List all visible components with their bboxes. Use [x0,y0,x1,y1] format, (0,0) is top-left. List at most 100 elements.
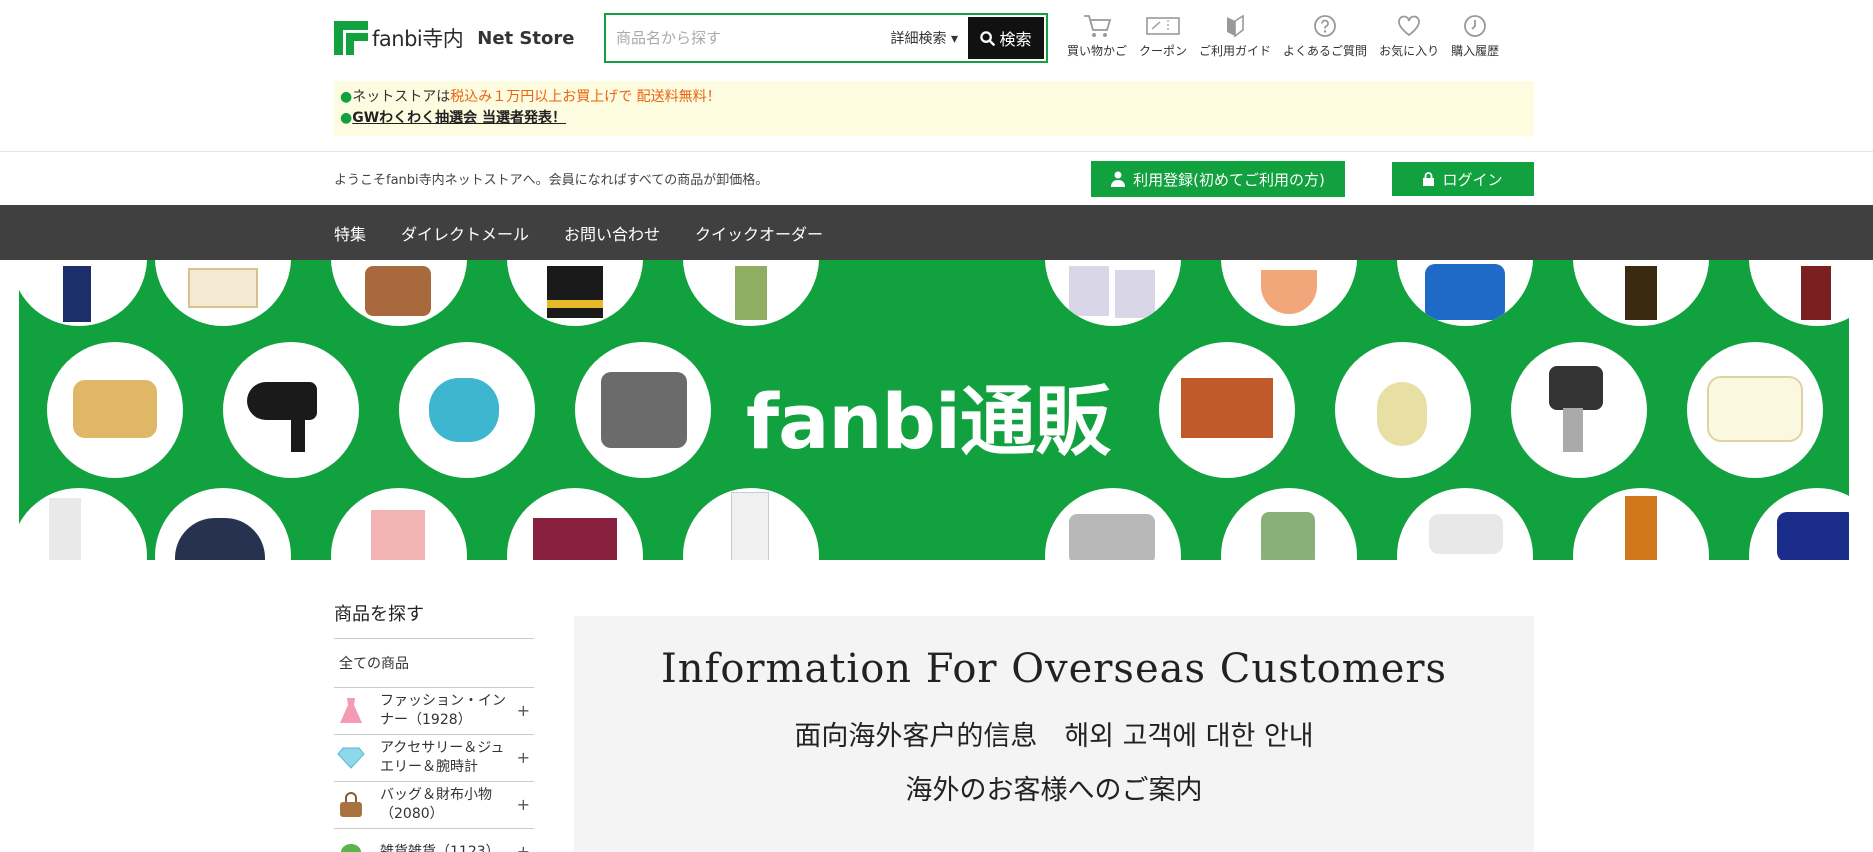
info-title-english: Information For Overseas Customers [660,646,1448,692]
lock-icon [1423,172,1435,186]
clock-icon [1464,15,1486,37]
bag-icon [340,792,362,817]
header-nav-label: ご利用ガイド [1199,44,1272,58]
product-image [155,260,291,326]
product-image [155,488,291,560]
product-image [683,488,819,560]
search-button[interactable]: 検索 [968,17,1044,59]
sidebar-item-all[interactable]: 全ての商品 [334,639,534,688]
expand-icon[interactable]: + [517,701,530,720]
sidebar-item-label: アクセサリー＆ジュエリー＆腕時計 [380,740,505,775]
product-image [1749,260,1849,326]
notice-line-shipping: ●ネットストアは税込み１万円以上お買上げで 配送料無料！ [340,87,1528,108]
sidebar-title: 商品を探す [334,600,534,639]
header-nav-label: 買い物かご [1067,44,1128,58]
notice-bullet: ● [340,110,353,126]
info-title-japanese: 海外のお客様へのご案内 [905,775,1203,806]
header-utility-nav: 買い物かご クーポン ご利用ガイド よくあるご質問 お気に入り 購入履歴 [1067,10,1511,59]
sidebar-item-accessories[interactable]: アクセサリー＆ジュエリー＆腕時計 + [334,735,534,782]
site-logo[interactable]: fanbi寺内 Net Store [334,18,574,58]
sidebar-item-label: ファッション・インナー（1928） [380,693,506,728]
sidebar-item-bags[interactable]: バッグ＆財布小物（2080） + [334,782,534,829]
sidebar-item-goods[interactable]: 雑貨雑貨（1123） + [334,829,534,852]
product-image [683,260,819,326]
coupon-icon [1146,17,1180,35]
dress-icon [340,698,362,723]
header-nav-label: よくあるご質問 [1283,44,1368,58]
logo-name: fanbi寺内 [372,27,464,51]
header-nav-guide[interactable]: ご利用ガイド [1199,10,1271,59]
search-icon [980,30,996,46]
logo-mark-icon [334,21,368,55]
notice-line-lottery: ●GWわくわく抽選会 当選者発表！ [340,108,1528,129]
lottery-link[interactable]: GWわくわく抽選会 当選者発表！ [352,110,566,126]
register-button[interactable]: 利用登録(初めてご利用の方) [1091,161,1345,197]
header-nav-history[interactable]: 購入履歴 [1451,10,1499,59]
product-image [399,342,535,478]
search-bar: 詳細検索 ▾ 検索 [604,13,1048,63]
header-nav-cart[interactable]: 買い物かご [1067,10,1127,59]
welcome-text: ようこそfanbi寺内ネットストアへ。会員になればすべての商品が卸価格。 [334,173,769,188]
notice-text: ネットストアは [352,89,451,105]
header-nav-label: クーポン [1139,44,1188,58]
product-image [1397,488,1533,560]
banner-title: fanbi通販 [746,377,1111,466]
expand-icon[interactable]: + [517,842,530,852]
product-image [19,488,147,560]
sidebar-item-fashion[interactable]: ファッション・インナー（1928） + [334,688,534,735]
welcome-row: ようこそfanbi寺内ネットストアへ。会員になればすべての商品が卸価格。 利用登… [334,151,1534,205]
header-nav-favorites[interactable]: お気に入り [1379,10,1439,59]
product-image [1573,260,1709,326]
product-image [47,342,183,478]
expand-icon[interactable]: + [517,748,530,767]
main-nav-bar: 特集 ダイレクトメール お問い合わせ クイックオーダー [0,205,1873,260]
nav-item-quick-order[interactable]: クイックオーダー [695,221,823,245]
header-nav-label: お気に入り [1379,44,1440,58]
nav-item-direct-mail[interactable]: ダイレクトメール [401,221,529,245]
nav-item-contact[interactable]: お問い合わせ [564,221,660,245]
product-image [1573,488,1709,560]
login-label: ログイン [1442,170,1503,189]
product-image [1045,260,1181,326]
product-image [1335,342,1471,478]
guide-icon [1227,14,1244,38]
advanced-search-dropdown[interactable]: 詳細検索 ▾ [891,28,968,48]
login-button[interactable]: ログイン [1392,162,1534,196]
register-label: 利用登録(初めてご利用の方) [1133,170,1325,189]
search-button-label: 検索 [999,30,1032,49]
product-image [1221,488,1357,560]
sidebar-item-label: 雑貨雑貨（1123） [380,843,500,852]
header-nav-label: 購入履歴 [1451,44,1500,58]
product-image [19,260,147,326]
overseas-info-banner[interactable]: Information For Overseas Customers 面向海外客… [574,616,1534,852]
question-icon [1314,15,1336,37]
product-image [1749,488,1849,560]
notice-bullet: ● [340,89,353,105]
heart-icon [1398,15,1420,37]
header-nav-coupon[interactable]: クーポン [1139,10,1187,59]
product-image [507,488,643,560]
product-image [223,342,359,478]
site-header: fanbi寺内 Net Store 詳細検索 ▾ 検索 買い物かご クーポン ご… [334,0,1534,76]
user-icon [1111,171,1126,187]
logo-subtitle: Net Store [477,27,575,49]
header-nav-faq[interactable]: よくあるご質問 [1283,10,1367,59]
category-sidebar: 商品を探す 全ての商品 ファッション・インナー（1928） + アクセサリー＆ジ… [334,600,534,852]
product-image [1397,260,1533,326]
search-input[interactable] [606,15,891,61]
product-image [1045,488,1181,560]
product-image [507,260,643,326]
product-image [1687,342,1823,478]
notice-box: ●ネットストアは税込み１万円以上お買上げで 配送料無料！ ●GWわくわく抽選会 … [334,81,1534,136]
info-title-chinese-korean: 面向海外客户的信息 해외 고객에 대한 안내 [794,721,1314,752]
product-image [1511,342,1647,478]
hero-banner[interactable]: fanbi通販 [19,260,1849,560]
expand-icon[interactable]: + [517,795,530,814]
leaf-icon [341,844,361,852]
product-image [575,342,711,478]
sidebar-item-label: バッグ＆財布小物（2080） [380,787,492,822]
product-image [331,260,467,326]
nav-item-features[interactable]: 特集 [334,221,366,245]
product-image [1159,342,1295,478]
diamond-icon [337,747,365,769]
